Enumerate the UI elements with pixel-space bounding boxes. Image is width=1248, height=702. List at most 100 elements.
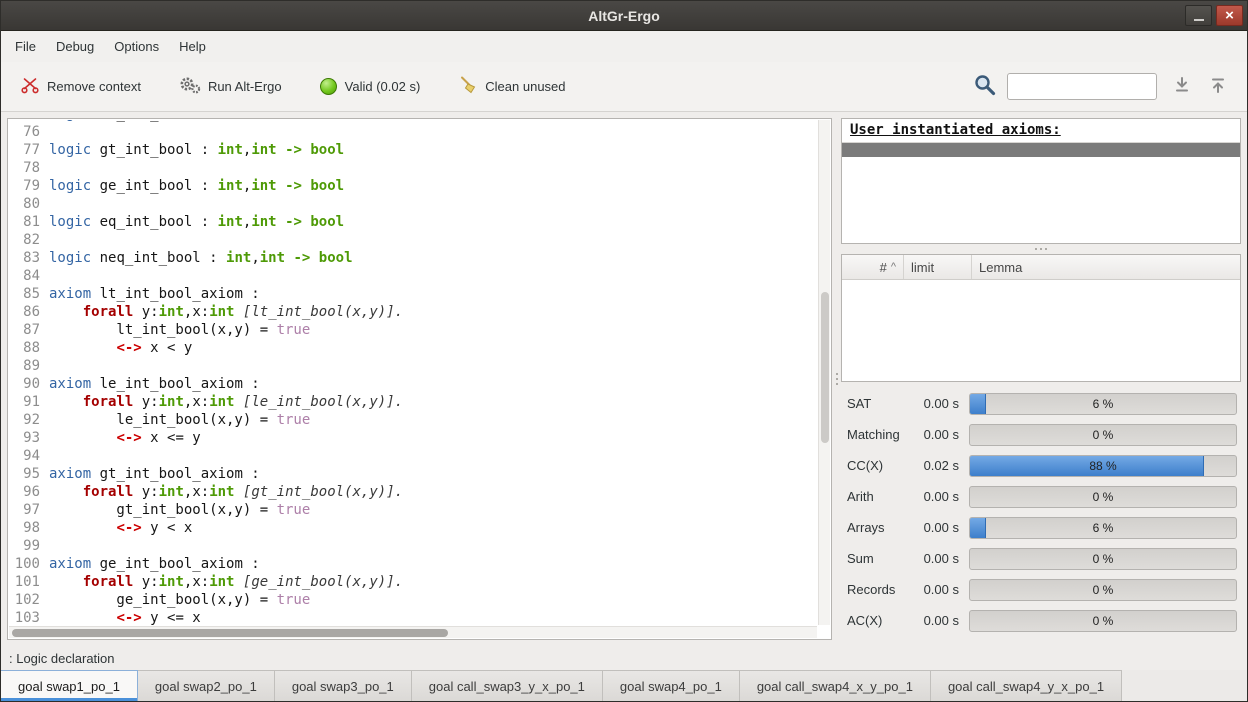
progress-text: 6 %	[970, 394, 1236, 414]
stat-row-sum: Sum0.00 s0 %	[847, 543, 1241, 574]
stat-progressbar: 0 %	[969, 424, 1237, 446]
remove-context-button[interactable]: Remove context	[13, 69, 148, 104]
tab-goal-swap2_po_1[interactable]: goal swap2_po_1	[138, 670, 275, 701]
stat-label: Sum	[847, 551, 911, 566]
stat-time: 0.00 s	[911, 520, 959, 535]
sort-ascending-icon: ^	[891, 261, 896, 273]
code-text: logic lt_int_bool : int,int -> bool	[49, 120, 344, 123]
main-area: 75logic lt_int_bool : int,int -> bool767…	[1, 112, 1247, 646]
close-icon: ×	[1225, 8, 1234, 23]
tab-goal-call_swap4_y_x_po_1[interactable]: goal call_swap4_y_x_po_1	[931, 670, 1122, 701]
toolbar: Remove context Run Alt-Ergo Valid (0.02 …	[1, 62, 1247, 112]
line-number: 93	[9, 429, 49, 447]
up-arrow-icon[interactable]	[1209, 76, 1227, 97]
line-number: 91	[9, 393, 49, 411]
magnifier-icon[interactable]	[973, 73, 997, 100]
menu-help[interactable]: Help	[169, 31, 216, 62]
clean-unused-label: Clean unused	[485, 79, 565, 94]
line-number: 94	[9, 447, 49, 465]
stat-time: 0.00 s	[911, 396, 959, 411]
stat-label: Matching	[847, 427, 911, 442]
tab-goal-swap3_po_1[interactable]: goal swap3_po_1	[275, 670, 412, 701]
tab-goal-swap1_po_1[interactable]: goal swap1_po_1	[1, 670, 138, 701]
stat-progressbar: 6 %	[969, 517, 1237, 539]
column-header-limit[interactable]: limit	[904, 255, 972, 279]
line-number: 98	[9, 519, 49, 537]
stat-row-ccx: CC(X)0.02 s 88 %	[847, 450, 1241, 481]
line-number: 77	[9, 141, 49, 159]
code-text: logic ge_int_bool : int,int -> bool	[49, 177, 344, 195]
goal-tabs-bar: goal swap1_po_1goal swap2_po_1goal swap3…	[1, 670, 1247, 701]
lemma-table-body[interactable]	[842, 280, 1240, 381]
broom-icon	[458, 75, 478, 98]
code-line: 87 lt_int_bool(x,y) = true	[9, 321, 818, 339]
horizontal-scrollbar[interactable]	[9, 626, 817, 638]
code-line: 93 <-> x <= y	[9, 429, 818, 447]
minimize-button[interactable]	[1185, 5, 1212, 26]
stat-time: 0.02 s	[911, 458, 959, 473]
vertical-scrollbar-thumb[interactable]	[821, 292, 829, 444]
code-text: forall y:int,x:int [ge_int_bool(x,y)].	[49, 573, 403, 591]
column-header-number[interactable]: # ^	[842, 255, 904, 279]
code-line: 89	[9, 357, 818, 375]
line-number: 81	[9, 213, 49, 231]
code-line: 92 le_int_bool(x,y) = true	[9, 411, 818, 429]
search-nav-buttons	[1173, 76, 1227, 97]
line-number: 92	[9, 411, 49, 429]
stat-label: CC(X)	[847, 458, 911, 473]
line-number: 99	[9, 537, 49, 555]
search-input[interactable]	[1007, 73, 1157, 100]
down-arrow-icon[interactable]	[1173, 76, 1191, 97]
code-line: 88 <-> x < y	[9, 339, 818, 357]
code-line: 85axiom lt_int_bool_axiom :	[9, 285, 818, 303]
code-line: 86 forall y:int,x:int [lt_int_bool(x,y)]…	[9, 303, 818, 321]
clean-unused-button[interactable]: Clean unused	[451, 69, 572, 104]
close-button[interactable]: ×	[1216, 5, 1243, 26]
stat-row-acx: AC(X)0.00 s0 %	[847, 605, 1241, 636]
user-axioms-list[interactable]: User instantiated axioms:	[841, 118, 1241, 244]
tab-goal-call_swap4_x_y_po_1[interactable]: goal call_swap4_x_y_po_1	[740, 670, 931, 701]
axioms-selected-row[interactable]	[842, 143, 1240, 157]
code-text: <-> y < x	[49, 519, 192, 537]
code-line: 91 forall y:int,x:int [le_int_bool(x,y)]…	[9, 393, 818, 411]
line-number: 102	[9, 591, 49, 609]
stat-label: Arrays	[847, 520, 911, 535]
progress-text: 6 %	[970, 518, 1236, 538]
column-header-lemma[interactable]: Lemma	[972, 255, 1240, 279]
pane-splitter-handle[interactable]	[832, 118, 841, 640]
stat-label: SAT	[847, 396, 911, 411]
progress-text: 88 %	[970, 456, 1236, 476]
line-number: 76	[9, 123, 49, 141]
line-number: 83	[9, 249, 49, 267]
menu-options[interactable]: Options	[104, 31, 169, 62]
line-number: 89	[9, 357, 49, 375]
line-number: 97	[9, 501, 49, 519]
code-line: 84	[9, 267, 818, 285]
menu-file[interactable]: File	[5, 31, 46, 62]
code-line: 101 forall y:int,x:int [ge_int_bool(x,y)…	[9, 573, 818, 591]
code-line: 97 gt_int_bool(x,y) = true	[9, 501, 818, 519]
line-number: 96	[9, 483, 49, 501]
line-number: 101	[9, 573, 49, 591]
line-number: 103	[9, 609, 49, 626]
code-content: 75logic lt_int_bool : int,int -> bool767…	[9, 120, 818, 626]
vertical-scrollbar[interactable]	[818, 120, 830, 625]
window-title: AltGr-Ergo	[588, 8, 660, 24]
stat-label: AC(X)	[847, 613, 911, 628]
tab-goal-swap4_po_1[interactable]: goal swap4_po_1	[603, 670, 740, 701]
stat-time: 0.00 s	[911, 582, 959, 597]
run-alt-ergo-button[interactable]: Run Alt-Ergo	[172, 69, 289, 104]
code-text: le_int_bool(x,y) = true	[49, 411, 310, 429]
code-editor[interactable]: 75logic lt_int_bool : int,int -> bool767…	[7, 118, 832, 640]
window-buttons: ×	[1185, 5, 1243, 26]
code-text: logic eq_int_bool : int,int -> bool	[49, 213, 344, 231]
remove-context-label: Remove context	[47, 79, 141, 94]
horizontal-scrollbar-thumb[interactable]	[12, 629, 448, 637]
tab-goal-call_swap3_y_x_po_1[interactable]: goal call_swap3_y_x_po_1	[412, 670, 603, 701]
titlebar[interactable]: AltGr-Ergo ×	[1, 1, 1247, 31]
stat-row-arith: Arith0.00 s0 %	[847, 481, 1241, 512]
code-text: forall y:int,x:int [gt_int_bool(x,y)].	[49, 483, 403, 501]
stat-row-records: Records0.00 s0 %	[847, 574, 1241, 605]
axioms-splitter-handle[interactable]	[841, 244, 1241, 254]
menu-debug[interactable]: Debug	[46, 31, 104, 62]
